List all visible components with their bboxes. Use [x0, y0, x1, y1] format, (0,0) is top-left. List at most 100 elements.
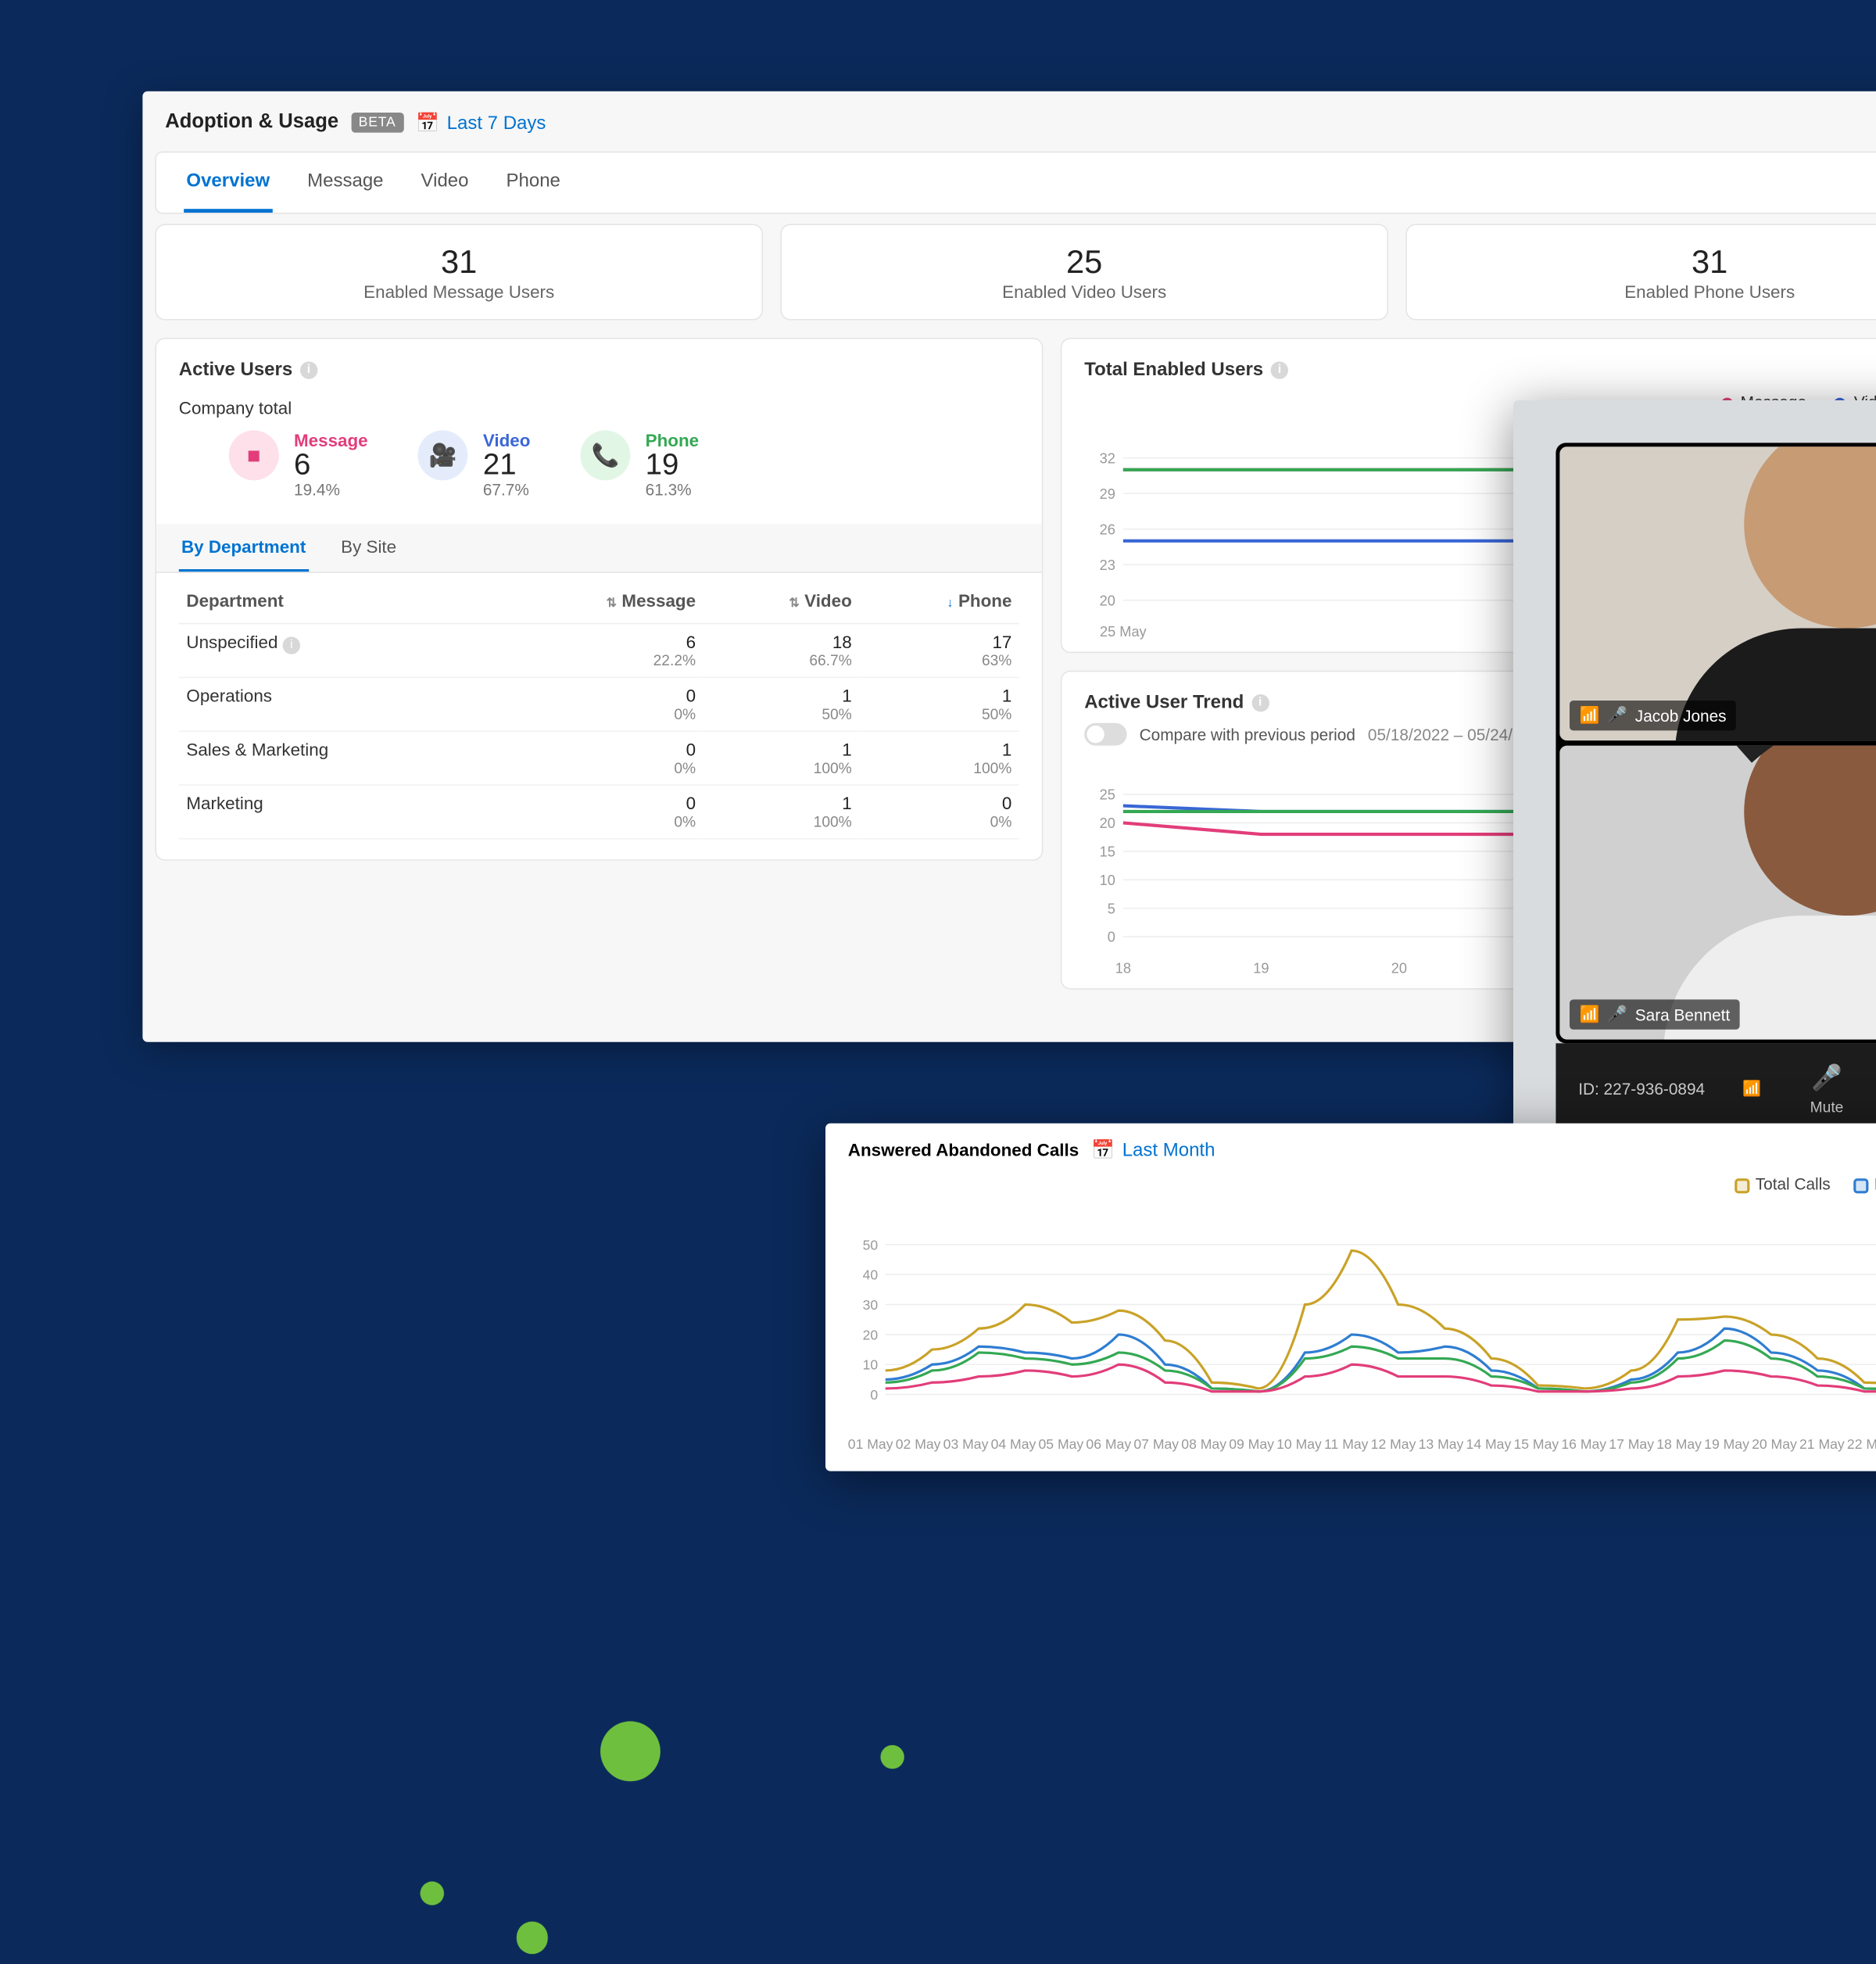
calls-legend: Total CallsInboundAnsweredAbandonedDayWe…: [848, 1168, 1876, 1199]
svg-text:25 May: 25 May: [1100, 624, 1147, 639]
info-icon[interactable]: i: [1271, 361, 1288, 378]
company-total-label: Company total: [179, 398, 1019, 418]
table-row[interactable]: Operations00%150%150%: [179, 677, 1019, 731]
compare-toggle[interactable]: [1084, 723, 1126, 746]
col-video[interactable]: ⇅Video: [704, 578, 860, 623]
svg-text:15: 15: [1100, 844, 1115, 859]
x-tick: 03 May: [943, 1437, 989, 1452]
active-message-pct: 19.4%: [294, 480, 368, 499]
col-message[interactable]: ⇅Message: [494, 578, 704, 623]
svg-text:19: 19: [1253, 960, 1269, 975]
vid-p: 50%: [711, 705, 852, 722]
decorative-dot: [880, 1745, 904, 1769]
decorative-dot: [421, 1881, 445, 1905]
date-range-label: Last 7 Days: [447, 112, 546, 133]
x-tick: 07 May: [1133, 1437, 1179, 1452]
participant-name-tag: 📶🎤Sara Bennett: [1570, 999, 1740, 1029]
svg-text:0: 0: [870, 1387, 878, 1403]
message-icon: ■: [229, 430, 279, 480]
x-tick: 05 May: [1039, 1437, 1084, 1452]
enabled-video-label: Enabled Video Users: [782, 281, 1387, 302]
x-tick: 09 May: [1229, 1437, 1274, 1452]
enabled-message-card[interactable]: 31 Enabled Message Users: [155, 224, 763, 320]
page-title: Adoption & Usage: [165, 111, 338, 134]
active-message-block: ■ Message 6 19.4%: [229, 430, 368, 499]
legend-swatch-icon: [1735, 1178, 1749, 1193]
table-row[interactable]: Marketing00%1100%00%: [179, 785, 1019, 839]
info-icon[interactable]: i: [1251, 693, 1269, 711]
x-tick: 02 May: [896, 1437, 941, 1452]
video-tile[interactable]: 📶🎤Sara Bennett: [1559, 746, 1876, 1040]
msg-n: 0: [501, 793, 696, 813]
department-site-tabs: By Department By Site: [156, 524, 1042, 572]
sort-down-icon: ↓: [947, 597, 954, 611]
svg-text:5: 5: [1108, 901, 1115, 916]
tab-by-department[interactable]: By Department: [179, 524, 309, 572]
beta-badge: BETA: [351, 113, 403, 133]
phn-n: 1: [867, 686, 1011, 706]
active-video-block: 🎥 Video 21 67.7%: [418, 430, 531, 499]
active-video-value: 21: [483, 450, 531, 480]
msg-p: 0%: [501, 759, 696, 776]
active-users-title-text: Active Users: [179, 359, 292, 380]
sort-icon: ⇅: [607, 597, 617, 611]
active-phone-pct: 61.3%: [646, 480, 699, 499]
vid-p: 66.7%: [711, 652, 852, 669]
calls-date-picker[interactable]: 📅 Last Month: [1091, 1138, 1215, 1161]
enabled-phone-label: Enabled Phone Users: [1407, 281, 1876, 302]
x-tick: 22 May: [1847, 1437, 1876, 1452]
svg-text:20: 20: [1391, 960, 1407, 975]
svg-text:29: 29: [1100, 486, 1115, 502]
participant-name-tag: 📶🎤Jacob Jones: [1570, 701, 1736, 730]
enabled-message-label: Enabled Message Users: [156, 281, 761, 302]
legend-item[interactable]: Inbound: [1853, 1174, 1876, 1193]
enabled-phone-card[interactable]: 31 Enabled Phone Users: [1405, 224, 1876, 320]
mute-button[interactable]: 🎤Mute: [1810, 1062, 1844, 1116]
phn-n: 17: [867, 632, 1011, 652]
x-tick: 11 May: [1324, 1437, 1368, 1452]
decorative-dot: [600, 1722, 661, 1782]
table-row[interactable]: Unspecified i622.2%1866.7%1763%: [179, 624, 1019, 678]
tab-overview[interactable]: Overview: [184, 152, 272, 213]
video-icon: 🎥: [418, 430, 468, 480]
vid-p: 100%: [711, 813, 852, 830]
dept-name: Unspecified i: [179, 624, 494, 678]
date-range-picker[interactable]: 📅 Last 7 Days: [416, 111, 546, 134]
svg-text:32: 32: [1100, 450, 1115, 466]
mic-icon: 🎤: [1607, 705, 1627, 726]
meeting-id: ID: 227-936-0894: [1578, 1079, 1705, 1098]
svg-text:18: 18: [1115, 960, 1131, 975]
enabled-video-card[interactable]: 25 Enabled Video Users: [780, 224, 1388, 320]
tab-by-site[interactable]: By Site: [338, 524, 399, 572]
phn-p: 100%: [867, 759, 1011, 776]
svg-text:50: 50: [863, 1237, 879, 1253]
video-meeting-window: 📶🎤Jacob Jones 📶🎤Jenny Wilson 📶🎤Sara Benn…: [1513, 400, 1876, 1188]
active-users-title: Active Users i: [179, 359, 1019, 380]
info-icon[interactable]: i: [283, 636, 300, 654]
col-phone[interactable]: ↓Phone: [859, 578, 1019, 623]
phn-p: 0%: [867, 813, 1011, 830]
x-tick: 15 May: [1513, 1437, 1559, 1452]
msg-n: 6: [501, 632, 696, 652]
video-tile[interactable]: 📶🎤Jacob Jones: [1559, 446, 1876, 740]
submit-idea-link[interactable]: 💡 Submit Idea: [1873, 111, 1876, 134]
svg-text:23: 23: [1100, 557, 1115, 573]
col-department[interactable]: Department: [179, 578, 494, 623]
x-tick: 12 May: [1371, 1437, 1416, 1452]
tab-phone[interactable]: Phone: [503, 152, 563, 213]
svg-text:40: 40: [863, 1267, 879, 1283]
tab-message[interactable]: Message: [305, 152, 386, 213]
tab-video[interactable]: Video: [418, 152, 471, 213]
info-icon[interactable]: i: [300, 361, 317, 378]
answered-abandoned-calls-panel: Answered Abandoned Calls 📅 Last Month To…: [825, 1124, 1876, 1471]
mic-icon: 🎤: [1607, 1005, 1627, 1025]
x-tick: 18 May: [1656, 1437, 1702, 1452]
phn-p: 63%: [867, 652, 1011, 669]
lightbulb-icon: 💡: [1873, 111, 1876, 134]
x-tick: 01 May: [848, 1437, 893, 1452]
svg-text:30: 30: [863, 1297, 879, 1313]
legend-item[interactable]: Total Calls: [1735, 1174, 1831, 1193]
table-row[interactable]: Sales & Marketing00%1100%1100%: [179, 731, 1019, 785]
trend-title-text: Active User Trend: [1084, 692, 1244, 713]
calls-chart: 50403020100: [848, 1207, 1876, 1432]
